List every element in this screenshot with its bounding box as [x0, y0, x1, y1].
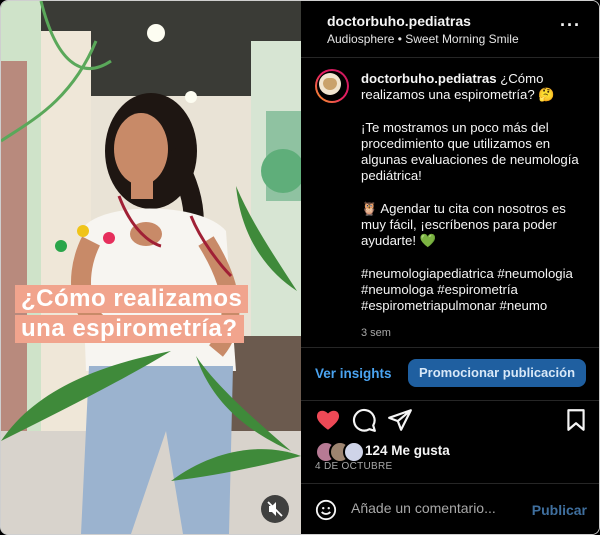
- caption-username[interactable]: doctorbuho.pediatras: [361, 71, 497, 86]
- liker-avatar: [343, 441, 365, 463]
- caption-paragraph-2: 🦉 Agendar tu cita con nosotros es muy fá…: [361, 200, 566, 249]
- post-video[interactable]: ¿Cómo realizamos una espirometría?: [1, 1, 301, 534]
- save-button[interactable]: [563, 407, 589, 433]
- emoji-button[interactable]: [315, 499, 337, 521]
- likes-row[interactable]: 124 Me gusta: [315, 441, 585, 463]
- avatar[interactable]: [315, 69, 349, 103]
- bookmark-icon: [567, 409, 585, 431]
- avatar-image: [319, 73, 341, 95]
- header-username[interactable]: doctorbuho.pediatras: [327, 13, 471, 29]
- smiley-icon: [315, 499, 337, 521]
- comment-input[interactable]: [351, 500, 531, 516]
- caption-hashtags[interactable]: #neumologiapediatrica #neumologia #neumo…: [361, 266, 589, 315]
- owl-logo-icon: [323, 78, 337, 90]
- post-header: doctorbuho.pediatras Audiosphere • Sweet…: [301, 1, 599, 58]
- post-date: 4 DE OCTUBRE: [315, 461, 393, 472]
- caption-text: doctorbuho.pediatras ¿Cómo realizamos un…: [361, 71, 589, 341]
- more-options-button[interactable]: ···: [560, 15, 581, 36]
- header-audio[interactable]: Audiosphere • Sweet Morning Smile: [327, 32, 519, 46]
- comment-button[interactable]: [351, 407, 377, 433]
- publish-comment-button[interactable]: Publicar: [532, 502, 587, 518]
- promote-post-button[interactable]: Promocionar publicación: [408, 359, 586, 387]
- caption-timestamp: 3 sem: [361, 326, 391, 339]
- like-button[interactable]: [315, 407, 341, 433]
- action-icons: [301, 401, 599, 445]
- caption-paragraph-1: ¡Te mostramos un poco más del procedimie…: [361, 119, 579, 184]
- instagram-post-dialog: ¿Cómo realizamos una espirometría? docto…: [0, 0, 600, 535]
- share-button[interactable]: [387, 407, 413, 433]
- ellipsis-icon: ···: [560, 15, 581, 35]
- muted-speaker-icon: [267, 501, 283, 517]
- insights-bar: Ver insights Promocionar publicación: [301, 347, 599, 401]
- comment-icon: [352, 408, 376, 432]
- paper-plane-icon: [388, 409, 412, 431]
- view-insights-button[interactable]: Ver insights: [315, 366, 392, 381]
- video-frame: [1, 1, 301, 534]
- heart-icon: [316, 410, 340, 430]
- comment-bar: Publicar: [301, 483, 599, 534]
- video-overlay-title-line1: ¿Cómo realizamos: [15, 285, 249, 313]
- post-side-panel: doctorbuho.pediatras Audiosphere • Sweet…: [301, 1, 599, 534]
- video-overlay-title-line2: una espirometría?: [15, 315, 244, 343]
- likes-count[interactable]: 124 Me gusta: [365, 443, 450, 458]
- mute-button[interactable]: [261, 495, 289, 523]
